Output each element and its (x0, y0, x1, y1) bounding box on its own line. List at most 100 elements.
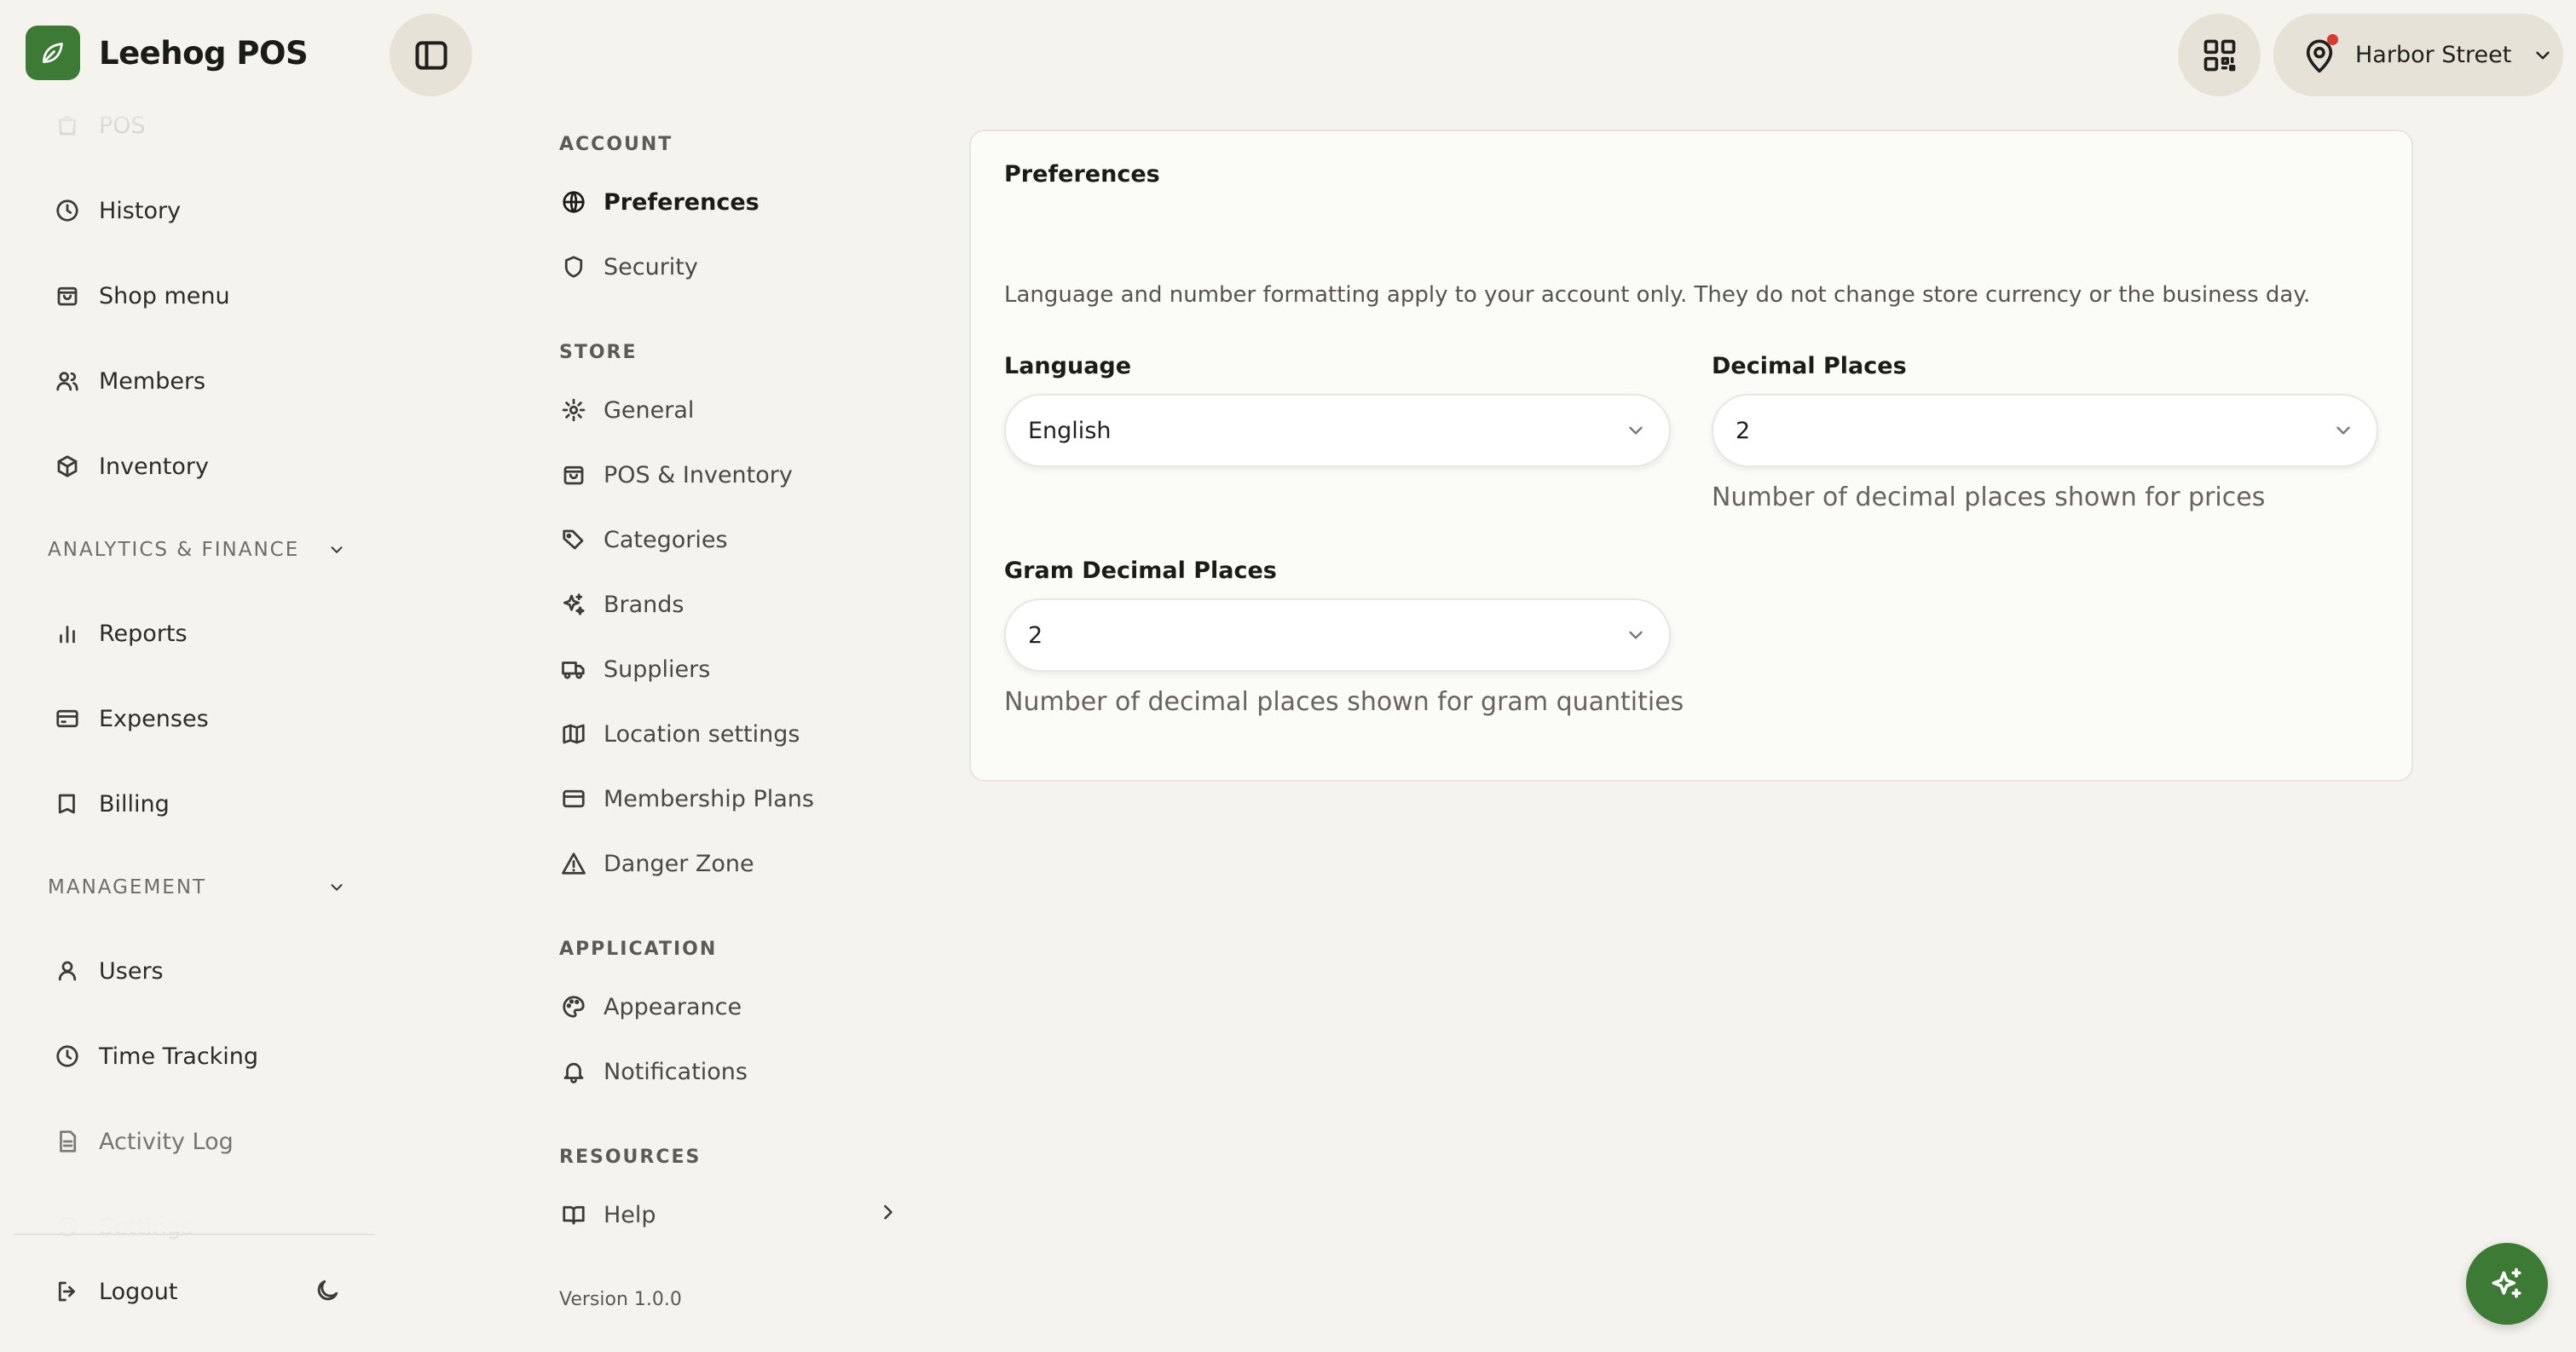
settings-item-label: Help (604, 1201, 656, 1228)
settings-item-help[interactable]: Help (559, 1192, 900, 1238)
chevron-down-icon (2532, 44, 2554, 66)
settings-item-security[interactable]: Security (559, 244, 900, 290)
settings-item-label: General (604, 396, 695, 424)
section-analytics-finance[interactable]: ANALYTICS & FINANCE (48, 533, 346, 567)
gram-decimal-places-label: Gram Decimal Places (1004, 558, 1277, 584)
sidebar-item-time-tracking[interactable]: Time Tracking (53, 1031, 258, 1082)
map-pin-icon (2302, 33, 2338, 75)
chevron-down-icon (327, 540, 346, 559)
app-version: Version 1.0.0 (559, 1289, 682, 1310)
sidebar-item-users[interactable]: Users (53, 945, 164, 997)
bag-icon (53, 111, 82, 140)
bell-icon (559, 1057, 588, 1086)
chevron-down-icon (1625, 419, 1647, 442)
sidebar-item-expenses[interactable]: Expenses (53, 693, 209, 744)
settings-item-label: POS & Inventory (604, 461, 793, 488)
chevron-down-icon (2332, 419, 2354, 442)
sidebar-item-label: Reports (99, 620, 188, 647)
settings-section-application: APPLICATION (559, 939, 718, 960)
sidebar-item-settings[interactable]: Settings (53, 1201, 193, 1252)
sidebar-item-label: Time Tracking (99, 1043, 259, 1070)
sidebar-item-label: Members (99, 367, 206, 395)
settings-item-label: Suppliers (604, 656, 711, 683)
tags-icon (559, 525, 588, 554)
sidebar-item-label: History (99, 197, 182, 224)
sidebar-divider (14, 1234, 375, 1235)
shopping-bag-icon (559, 460, 588, 489)
book-icon (53, 789, 82, 818)
settings-item-label: Danger Zone (604, 850, 754, 877)
sidebar-toggle-button[interactable] (390, 14, 472, 96)
gram-decimal-places-value: 2 (1028, 621, 1043, 649)
settings-item-appearance[interactable]: Appearance (559, 984, 900, 1030)
language-label: Language (1004, 353, 1132, 379)
sidebar-item-label: Shop menu (99, 282, 230, 309)
brand[interactable]: Leehog POS (26, 26, 309, 80)
language-value: English (1028, 417, 1112, 444)
gear-icon (559, 396, 588, 425)
shopping-bag-icon (53, 281, 82, 310)
settings-item-danger-zone[interactable]: Danger Zone (559, 841, 900, 887)
card-title: Preferences (1004, 161, 1160, 188)
sidebar-item-history[interactable]: History (53, 185, 181, 236)
settings-section-account: ACCOUNT (559, 134, 673, 155)
language-select[interactable]: English (1004, 394, 1671, 467)
section-management[interactable]: MANAGEMENT (48, 870, 346, 904)
truck-icon (559, 655, 588, 684)
chevron-down-icon (1625, 624, 1647, 646)
gram-decimal-places-helper: Number of decimal places shown for gram … (1004, 687, 1684, 717)
users-icon (53, 367, 82, 396)
decimal-places-select[interactable]: 2 (1712, 394, 2378, 467)
logout-label: Logout (99, 1278, 178, 1305)
sidebar: Leehog POS POS History Shop menu Members… (0, 0, 375, 1352)
ai-assistant-button[interactable] (2466, 1243, 2548, 1325)
logout-button[interactable]: Logout (53, 1266, 177, 1317)
settings-section-resources: RESOURCES (559, 1147, 702, 1168)
gear-icon (53, 1212, 82, 1241)
settings-item-label: Appearance (604, 993, 742, 1020)
sidebar-item-activity-log[interactable]: Activity Log (53, 1116, 234, 1167)
settings-item-notifications[interactable]: Notifications (559, 1049, 900, 1095)
settings-item-label: Categories (604, 526, 728, 553)
settings-item-suppliers[interactable]: Suppliers (559, 646, 900, 692)
leaf-logo-icon (26, 26, 80, 80)
settings-item-label: Membership Plans (604, 785, 814, 812)
section-label: ANALYTICS & FINANCE (48, 539, 300, 561)
settings-item-location-settings[interactable]: Location settings (559, 711, 900, 757)
decimal-places-value: 2 (1736, 417, 1751, 444)
app-name: Leehog POS (99, 34, 309, 72)
moon-icon (314, 1277, 341, 1304)
decimal-places-helper: Number of decimal places shown for price… (1712, 482, 2266, 512)
globe-icon (559, 188, 588, 217)
settings-item-pos-inventory[interactable]: POS & Inventory (559, 452, 900, 498)
credit-card-icon (559, 784, 588, 813)
settings-item-preferences[interactable]: Preferences (559, 179, 900, 225)
sidebar-item-shop-menu[interactable]: Shop menu (53, 270, 230, 321)
settings-item-general[interactable]: General (559, 387, 900, 433)
settings-item-label: Location settings (604, 720, 800, 748)
panel-left-icon (413, 37, 450, 74)
clock-icon (53, 1042, 82, 1071)
settings-item-label: Security (604, 253, 698, 280)
dark-mode-toggle[interactable] (314, 1277, 341, 1304)
notification-dot (2327, 33, 2338, 45)
card-description: Language and number formatting apply to … (1004, 282, 2311, 308)
file-text-icon (53, 1127, 82, 1156)
bar-chart-icon (53, 619, 82, 648)
gram-decimal-places-select[interactable]: 2 (1004, 598, 1671, 672)
sidebar-item-inventory[interactable]: Inventory (53, 441, 209, 492)
sparkles-icon (559, 590, 588, 619)
settings-item-brands[interactable]: Brands (559, 581, 900, 627)
sidebar-item-members[interactable]: Members (53, 355, 205, 407)
location-name: Harbor Street (2355, 42, 2512, 68)
preferences-card: Preferences Language and number formatti… (969, 130, 2413, 782)
sidebar-item-reports[interactable]: Reports (53, 608, 188, 659)
sidebar-item-pos[interactable]: POS (53, 100, 146, 151)
settings-item-membership-plans[interactable]: Membership Plans (559, 776, 900, 822)
user-icon (53, 956, 82, 985)
qr-code-button[interactable] (2178, 14, 2261, 96)
settings-item-categories[interactable]: Categories (559, 517, 900, 563)
sidebar-item-billing[interactable]: Billing (53, 778, 170, 829)
location-selector[interactable]: Harbor Street (2273, 14, 2563, 96)
qr-code-icon (2201, 37, 2238, 74)
